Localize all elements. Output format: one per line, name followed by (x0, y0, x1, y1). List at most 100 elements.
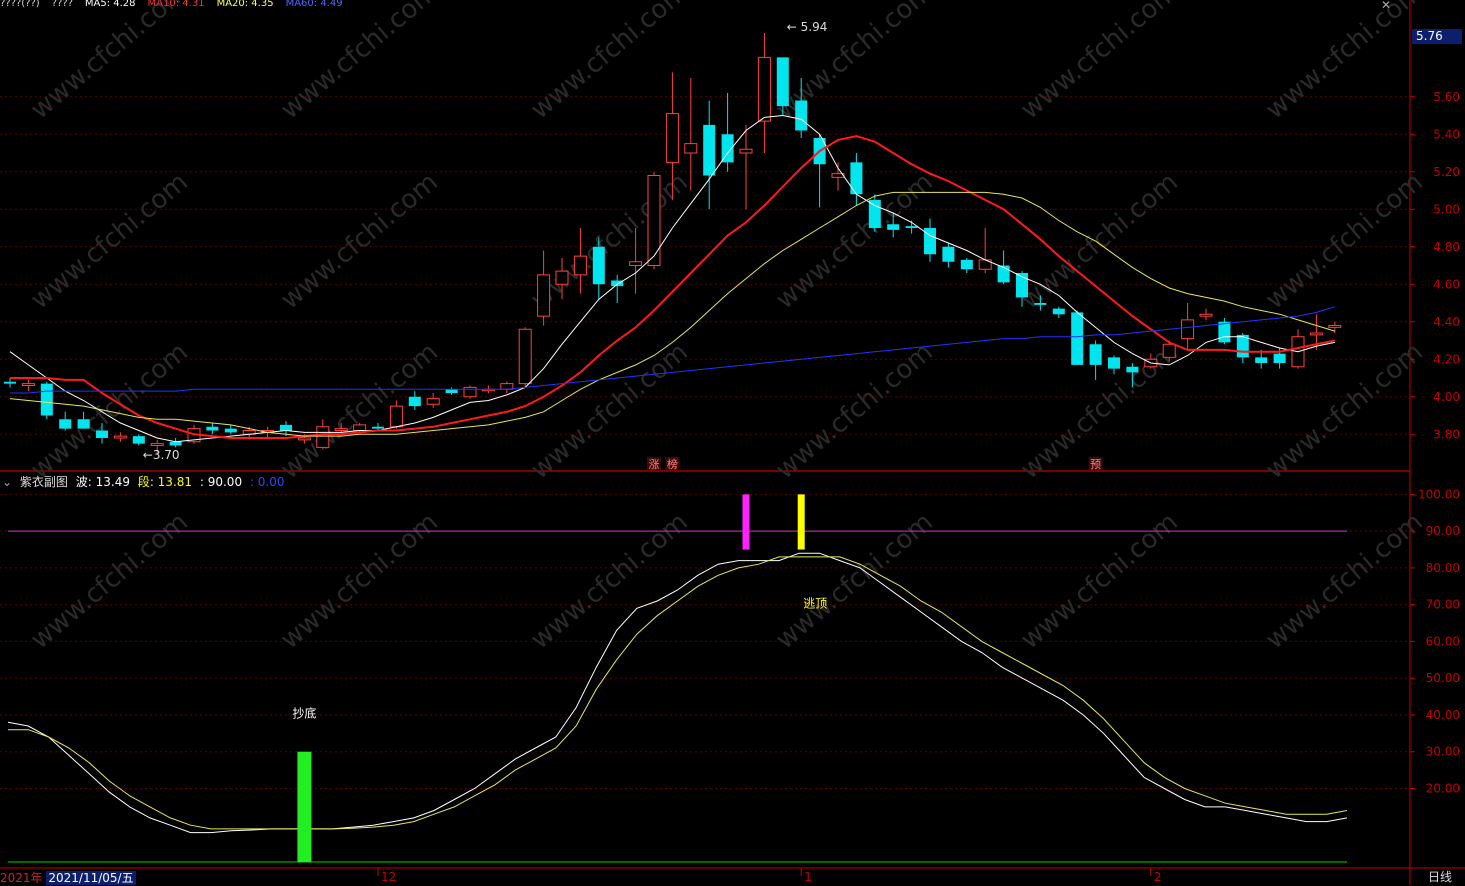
watermark: www.cfchi.com (770, 507, 939, 655)
candle-body (463, 386, 477, 398)
candle-body (1181, 319, 1195, 340)
current-price-tag: 5.76 (1412, 29, 1462, 44)
candle-body (684, 143, 698, 154)
candle-body (169, 441, 182, 446)
candle-body (665, 113, 679, 163)
indicator-label-segment: 段: 13.81 (137, 475, 193, 489)
candle-body (4, 381, 16, 384)
legend-token-4: MA20: 4.35 (216, 0, 274, 8)
badge-label: 涨 (649, 458, 660, 471)
date-bar: 2021年 2021/11/05/五 (0, 869, 140, 885)
signal-bar (297, 751, 312, 862)
year-label: 2021年 (0, 871, 43, 885)
y-tick-label: 4.80 (1433, 240, 1460, 254)
candle-body (40, 383, 53, 416)
candle-body (77, 419, 90, 429)
date-label: 2021/11/05/五 (46, 871, 136, 885)
candle-body (776, 57, 789, 107)
watermark: www.cfchi.com (525, 507, 694, 655)
candle-body (1255, 357, 1268, 363)
candle-body (850, 162, 863, 195)
watermark: www.cfchi.com (1015, 507, 1184, 655)
candle-body (1199, 313, 1213, 317)
candle-body (389, 405, 403, 428)
candle-body (703, 124, 716, 176)
legend-token-2: MA5: 4.28 (84, 0, 136, 8)
watermark: www.cfchi.com (1260, 507, 1429, 655)
extreme-label: ← 5.94 (787, 20, 828, 34)
candle-body (132, 436, 145, 444)
watermark: www.cfchi.com (1015, 167, 1184, 315)
legend-token-0: ????(??) (0, 0, 40, 8)
legend-token-5: MA60: 4.49 (285, 0, 343, 8)
candle-body (795, 100, 808, 131)
watermark: www.cfchi.com (25, 507, 194, 655)
candle-body (59, 419, 72, 429)
watermark: www.cfchi.com (25, 167, 194, 315)
candle-body (1273, 353, 1286, 363)
candle-body (757, 56, 771, 122)
indicator-header: ⌄ 紫衣副图 波: 13.49 段: 13.81 : 90.00 : 0.00 (2, 473, 288, 490)
indicator-line-0 (7, 552, 1348, 834)
chart-canvas: www.cfchi.com www.cfchi.com www.cfchi.com w… (0, 0, 1465, 885)
candle-body (206, 426, 219, 431)
y-tick-label: 5.20 (1433, 165, 1460, 179)
candle-body (1218, 321, 1231, 343)
close-icon[interactable]: ✕ (1381, 0, 1391, 12)
candle-body (1071, 312, 1084, 365)
watermarks: www.cfchi.com www.cfchi.com www.cfchi.com w… (25, 0, 1429, 655)
watermark: www.cfchi.com (1260, 0, 1429, 125)
candle-body (1328, 325, 1342, 328)
candle-body (280, 424, 292, 431)
watermark: www.cfchi.com (25, 0, 194, 125)
candle-body (537, 274, 551, 317)
grid (0, 0, 1465, 885)
candle-body (629, 261, 643, 266)
y-tick-label: 100.00 (1418, 487, 1460, 501)
candle-body (960, 259, 973, 270)
y-tick-label: 4.60 (1433, 277, 1460, 291)
candle-body (224, 428, 237, 433)
candle-body (445, 389, 458, 393)
y-tick-label: 90.00 (1426, 524, 1460, 538)
y-tick-label: 30.00 (1426, 745, 1460, 759)
y-tick-label: 4.40 (1433, 315, 1460, 329)
y-tick-label: 5.40 (1433, 127, 1460, 141)
period-button[interactable]: 日线 (1418, 869, 1462, 885)
badge-label: 榜 (667, 457, 678, 471)
indicator-label-zero: : 0.00 (249, 475, 285, 489)
candle-body (1089, 344, 1102, 365)
x-tick-label: 12 (381, 870, 396, 884)
main-legend: ????(??)???? MA5: 4.28 MA10: 4.31 MA20: 4.3… (0, 0, 1410, 8)
candle-body (739, 148, 753, 154)
candle-body (96, 430, 108, 438)
candle-body (150, 443, 164, 446)
candle-body (316, 426, 330, 448)
signal-label: 抄底 (292, 706, 316, 721)
candle-body (353, 424, 367, 431)
candle-body (573, 255, 587, 276)
candle-body (887, 224, 900, 230)
candle-body (21, 383, 35, 386)
indicator-label-top: : 90.00 (199, 475, 243, 489)
candle-body (113, 435, 127, 439)
candle-body (1126, 366, 1139, 373)
collapse-icon[interactable]: ⌄ (2, 475, 12, 489)
candle-body (408, 396, 421, 407)
watermark: www.cfchi.com (275, 167, 444, 315)
candle-body (372, 426, 384, 429)
watermark: www.cfchi.com (525, 0, 694, 125)
candle-body (1108, 357, 1120, 369)
candle-body (1309, 332, 1323, 336)
x-tick-label: 1 (804, 870, 812, 884)
y-tick-label: 40.00 (1426, 708, 1460, 722)
legend-token-1: ???? (51, 0, 73, 8)
indicator-title: 紫衣副图 (19, 475, 68, 489)
candle-body (555, 270, 569, 285)
watermark: www.cfchi.com (275, 507, 444, 655)
candle-body (518, 328, 532, 385)
x-tick-label: 2 (1154, 870, 1162, 884)
legend-token-3: MA10: 4.31 (147, 0, 205, 8)
y-tick-label: 5.60 (1433, 90, 1460, 104)
indicator-label-wave: 波: 13.49 (75, 475, 130, 489)
